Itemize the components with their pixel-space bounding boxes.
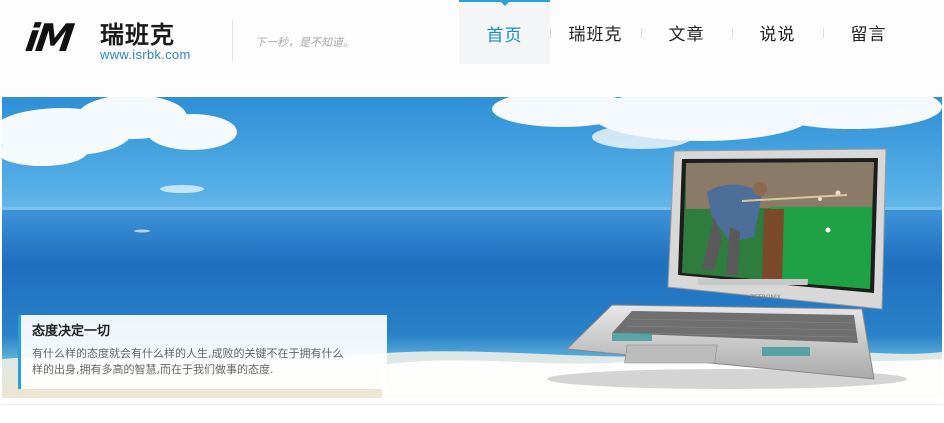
nav-item-home[interactable]: 首页 [459,0,550,64]
caption-text-line-1: 有什么样的态度就会有什么样的人生,成败的关键不在于拥有什么 [32,347,344,360]
nav-item-articles[interactable]: 文章 [641,0,732,64]
header-divider [232,20,233,62]
caption-text-line-2: 样的出身,拥有多高的智慧,而在于我们做事的态度. [32,363,274,376]
logo-mark: iM [22,16,74,60]
section-divider [2,404,942,405]
logo-url: www.isrbk.com [100,47,191,62]
nav-item-guestbook[interactable]: 留言 [823,0,914,64]
nav-item-talk[interactable]: 说说 [732,0,823,64]
site-logo[interactable]: iM 瑞班克 www.isrbk.com [22,16,216,66]
laptop-brand: ZETRONIX [750,294,781,301]
main-nav: 首页 瑞班克 文章 说说 留言 [459,0,914,64]
banner-caption: 态度决定一切 有什么样的态度就会有什么样的人生,成败的关键不在于拥有什么 样的出… [18,315,387,389]
caption-title: 态度决定一切 [32,324,111,339]
hero-banner[interactable]: ZETRONIX 态度决定一切 有什么样的态度就会有什么样的人生,成败的关键不在… [2,97,942,398]
site-header: iM 瑞班克 www.isrbk.com 下一秒，是不知道。 首页 瑞班克 文章… [0,0,944,96]
logo-name: 瑞班克 [100,21,175,49]
site-slogan: 下一秒，是不知道。 [255,36,354,49]
nav-item-ruibanke[interactable]: 瑞班克 [550,0,641,64]
